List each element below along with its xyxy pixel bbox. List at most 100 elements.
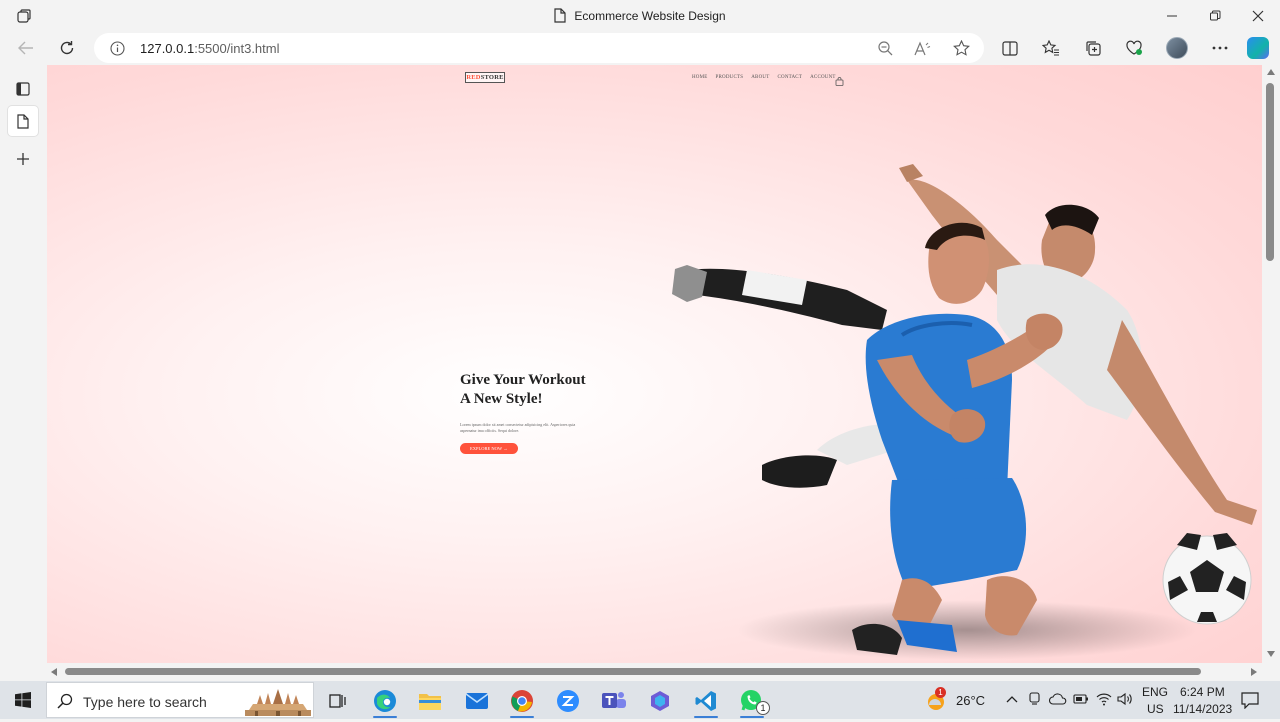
heart-pulse-icon (1126, 40, 1142, 55)
weather-badge: 1 (935, 687, 946, 698)
task-view-icon (329, 694, 346, 708)
restore-icon (1210, 10, 1221, 20)
taskbar-mail[interactable] (457, 684, 497, 718)
collections-icon (1085, 41, 1101, 56)
browser-essentials-button[interactable] (1121, 36, 1147, 60)
close-icon (1252, 10, 1264, 21)
menu-contact[interactable]: CONTACT (777, 75, 802, 80)
chrome-icon (511, 690, 533, 712)
show-hidden-icons-chevron-icon[interactable] (1006, 695, 1018, 703)
meet-now-icon[interactable] (1028, 692, 1042, 706)
page-viewport: REDSTORE HOME PRODUCTS ABOUT CONTACT ACC… (47, 65, 1262, 663)
url-path: :5500/int3.html (194, 41, 280, 56)
zoom-out-icon (877, 40, 892, 55)
vertical-scroll-thumb[interactable] (1266, 83, 1274, 261)
browser-toolbar: 127.0.0.1:5500/int3.html (0, 31, 1280, 65)
back-button[interactable] (12, 36, 40, 60)
horizontal-scrollbar[interactable] (47, 663, 1262, 681)
clock-time[interactable]: 6:24 PM (1180, 685, 1225, 699)
cart-icon[interactable] (835, 73, 844, 91)
clock-date[interactable]: 11/14/2023 (1173, 702, 1232, 716)
zoom-button[interactable] (874, 38, 896, 58)
read-aloud-icon (914, 40, 931, 55)
windows-taskbar: Type here to search 1 1 26°C ENG US 6:24… (0, 681, 1280, 719)
restore-button[interactable] (1193, 0, 1237, 31)
settings-more-button[interactable] (1207, 36, 1233, 60)
scroll-down-icon[interactable] (1267, 651, 1275, 657)
task-view-button[interactable] (318, 684, 358, 718)
start-button[interactable] (0, 681, 46, 719)
mail-icon (465, 693, 489, 709)
title-bar: Ecommerce Website Design (0, 0, 1280, 31)
page-icon (17, 113, 29, 129)
url-text[interactable]: 127.0.0.1:5500/int3.html (140, 41, 280, 56)
teams-icon (602, 692, 626, 708)
input-language[interactable]: ENG (1142, 685, 1168, 699)
taskbar-file-explorer[interactable] (410, 684, 450, 718)
copilot-app-icon (651, 691, 669, 711)
taskbar-edge[interactable] (365, 684, 405, 718)
input-region[interactable]: US (1147, 702, 1164, 716)
new-tab-button[interactable] (8, 144, 38, 174)
volume-icon[interactable] (1117, 692, 1133, 706)
profile-avatar[interactable] (1166, 37, 1188, 59)
horizontal-scroll-thumb[interactable] (65, 668, 1201, 675)
taskbar-search[interactable]: Type here to search (46, 682, 314, 718)
close-button[interactable] (1236, 0, 1280, 31)
star-icon (952, 40, 970, 56)
search-icon (57, 693, 73, 714)
battery-icon[interactable] (1073, 694, 1089, 704)
tab-sidebar-toggle[interactable] (8, 74, 38, 104)
hero-title-line1: Give Your Workout (460, 372, 586, 388)
menu-products[interactable]: PRODUCTS (716, 75, 744, 80)
taskbar-vscode[interactable] (686, 684, 726, 718)
back-arrow-icon (18, 41, 33, 55)
document-icon (554, 8, 567, 26)
search-placeholder: Type here to search (83, 694, 207, 710)
refresh-button[interactable] (53, 36, 81, 60)
scroll-left-icon[interactable] (51, 668, 57, 676)
taskbar-whatsapp[interactable]: 1 (732, 684, 772, 718)
hero-description: Lorem ipsum dolor sit amet consectetur a… (460, 422, 576, 433)
taskbar-teams[interactable] (594, 684, 634, 718)
menu-about[interactable]: ABOUT (751, 75, 769, 80)
vertical-tabs (0, 65, 46, 681)
split-screen-icon (1002, 40, 1018, 56)
read-aloud-button[interactable] (912, 38, 934, 58)
split-screen-button[interactable] (997, 36, 1023, 60)
tab-ecommerce-website-design[interactable] (8, 106, 38, 136)
favorite-button[interactable] (950, 38, 972, 58)
whatsapp-badge: 1 (756, 701, 770, 715)
scroll-up-icon[interactable] (1267, 69, 1275, 75)
hero-title: Give Your Workout A New Style! (460, 371, 660, 409)
vertical-scrollbar[interactable] (1262, 65, 1280, 663)
site-info-icon[interactable] (110, 41, 125, 61)
explore-now-button[interactable]: EXPLORE NOW → (460, 443, 518, 454)
collections-button[interactable] (1080, 36, 1106, 60)
taskbar-zoom[interactable] (548, 684, 588, 718)
menu-account[interactable]: ACCOUNT (810, 75, 836, 80)
weather-widget[interactable]: 1 (918, 684, 954, 718)
wifi-icon[interactable] (1096, 692, 1112, 706)
address-bar[interactable]: 127.0.0.1:5500/int3.html (94, 33, 984, 63)
more-dots-icon (1212, 46, 1228, 50)
window-title: Ecommerce Website Design (0, 8, 1280, 26)
menu-home[interactable]: HOME (692, 75, 708, 80)
favorites-button[interactable] (1038, 36, 1064, 60)
copilot-icon[interactable] (1247, 37, 1269, 59)
site-navbar: REDSTORE HOME PRODUCTS ABOUT CONTACT ACC… (47, 72, 1262, 88)
site-menu: HOME PRODUCTS ABOUT CONTACT ACCOUNT (692, 75, 836, 80)
minimize-button[interactable] (1150, 0, 1194, 31)
scroll-right-icon[interactable] (1251, 668, 1257, 676)
taskbar-chrome[interactable] (502, 684, 542, 718)
favorites-list-icon (1042, 40, 1059, 56)
taskbar-copilot-app[interactable] (640, 684, 680, 718)
window-title-text: Ecommerce Website Design (574, 9, 726, 23)
weather-temperature[interactable]: 26°C (956, 693, 985, 708)
zoom-app-icon (557, 690, 579, 712)
onedrive-cloud-icon[interactable] (1049, 693, 1067, 705)
notification-center-icon[interactable] (1241, 692, 1259, 709)
edge-icon (374, 690, 396, 712)
folder-icon (419, 694, 441, 710)
site-logo[interactable]: REDSTORE (465, 72, 505, 83)
